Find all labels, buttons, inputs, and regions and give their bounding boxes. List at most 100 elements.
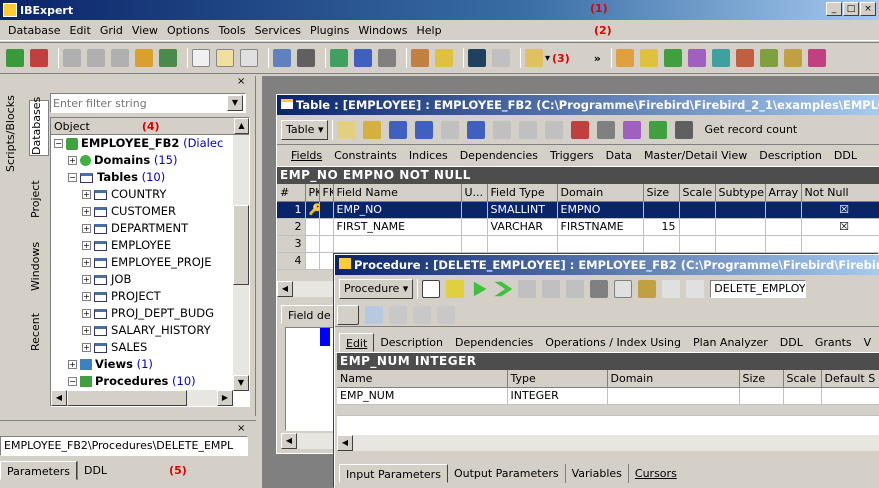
filter-icon[interactable] — [545, 120, 564, 139]
move-param-up-icon[interactable] — [413, 305, 431, 324]
collapse-icon[interactable]: − — [68, 377, 77, 386]
menu-plugins[interactable]: Plugins — [310, 24, 349, 37]
scroll-left-icon[interactable]: ◀ — [337, 435, 353, 451]
disconnect-icon[interactable] — [87, 49, 105, 67]
new-trigger-icon[interactable] — [711, 49, 730, 67]
col-subtype[interactable]: Subtype — [715, 184, 766, 202]
table-row[interactable]: EMP_NUM INTEGER — [337, 387, 879, 405]
tree-tables[interactable]: − Tables (10) — [54, 169, 249, 186]
tab-parameters[interactable]: Parameters — [0, 461, 77, 480]
menu-help[interactable]: Help — [416, 24, 441, 37]
col-array[interactable]: Array — [765, 184, 802, 202]
tools-icon[interactable] — [638, 280, 657, 298]
insert-field-icon[interactable] — [415, 120, 434, 139]
scroll-left-icon[interactable]: ◀ — [51, 390, 67, 406]
lock-icon[interactable] — [614, 280, 633, 298]
vtab-windows[interactable]: Windows — [29, 236, 49, 296]
tree-table-item[interactable]: + SALES — [54, 339, 249, 356]
tab-description[interactable]: Description — [374, 333, 449, 352]
procedure-menu-button[interactable]: Procedure ▾ — [339, 279, 414, 299]
unregister-db-icon[interactable] — [30, 49, 48, 67]
toolbar-overflow-icon[interactable]: » — [594, 52, 601, 65]
tree-table-item[interactable]: + COUNTRY — [54, 186, 249, 203]
save-icon[interactable] — [422, 280, 441, 298]
tab-indices[interactable]: Indices — [403, 146, 454, 165]
vtab-scripts-blocks[interactable]: Scripts/Blocks — [4, 95, 21, 172]
tools-icon[interactable] — [675, 120, 694, 139]
tab-more[interactable]: V — [858, 333, 878, 352]
maximize-button[interactable]: □ — [843, 2, 859, 16]
chevron-down-icon[interactable]: ▾ — [545, 53, 550, 64]
new-table-icon[interactable] — [639, 49, 658, 67]
print-icon[interactable] — [378, 49, 396, 67]
menu-edit[interactable]: Edit — [70, 24, 91, 37]
col-not-null[interactable]: Not Null — [801, 184, 879, 202]
col-size[interactable]: Size — [739, 370, 784, 388]
table-menu-button[interactable]: Table ▾ — [281, 119, 329, 140]
col-type[interactable]: Type — [507, 370, 608, 388]
open-folder-icon[interactable] — [525, 49, 543, 67]
table-row[interactable]: 2 FIRST_NAME VARCHAR FIRSTNAME 15 ☒ — [277, 218, 879, 236]
col-field-type[interactable]: Field Type — [487, 184, 558, 202]
minimize-button[interactable]: _ — [826, 2, 842, 16]
scroll-up-icon[interactable]: ▲ — [234, 118, 249, 134]
menu-tools[interactable]: Tools — [218, 24, 245, 37]
new-udf-icon[interactable] — [783, 49, 802, 67]
tab-dependencies[interactable]: Dependencies — [449, 333, 539, 352]
print-icon[interactable] — [597, 120, 616, 139]
close-button[interactable]: × — [860, 2, 876, 16]
user-manager-icon[interactable] — [411, 49, 429, 67]
tab-triggers[interactable]: Triggers — [544, 146, 600, 165]
add-param-icon[interactable] — [337, 304, 359, 325]
script-executive-icon[interactable] — [273, 49, 291, 67]
tree-table-item[interactable]: + JOB — [54, 271, 249, 288]
tab-constraints[interactable]: Constraints — [328, 146, 403, 165]
col-fk[interactable]: FK — [319, 184, 334, 202]
col-unique[interactable]: U... — [461, 184, 488, 202]
rollback-icon[interactable] — [519, 120, 538, 139]
move-up-icon[interactable] — [441, 120, 460, 139]
tab-cursors[interactable]: Cursors — [629, 464, 683, 483]
col-name[interactable]: Name — [337, 370, 508, 388]
tree-hscrollbar[interactable]: ◀ ▶ — [51, 390, 233, 406]
menu-grid[interactable]: Grid — [100, 24, 123, 37]
new-role-icon[interactable] — [807, 49, 826, 67]
connect-icon[interactable] — [63, 49, 81, 67]
format-sql-icon[interactable] — [686, 280, 705, 298]
tree-table-item[interactable]: + EMPLOYEE — [54, 237, 249, 254]
tab-ddl[interactable]: DDL — [774, 333, 809, 352]
arrow-right-icon[interactable] — [492, 49, 510, 67]
table-row[interactable]: 3 — [277, 235, 879, 253]
grants-icon[interactable] — [354, 49, 372, 67]
tree-icon[interactable] — [649, 120, 668, 139]
close-panel-icon[interactable]: × — [237, 76, 245, 87]
tab-edit[interactable]: Edit — [339, 333, 375, 352]
tree-table-item[interactable]: + PROJECT — [54, 288, 249, 305]
col-num[interactable]: # — [277, 184, 306, 202]
col-domain[interactable]: Domain — [607, 370, 740, 388]
add-field-icon[interactable] — [389, 120, 408, 139]
tree-views[interactable]: + Views (1) — [54, 356, 249, 373]
tab-fields[interactable]: Fields — [285, 146, 328, 165]
tree-table-item[interactable]: + SALARY_HISTORY — [54, 322, 249, 339]
desc-hscrollbar[interactable]: ◀ — [281, 433, 337, 449]
commit-icon[interactable] — [493, 120, 512, 139]
new-exception-icon[interactable] — [759, 49, 778, 67]
tree-vscrollbar[interactable]: ▼ — [233, 135, 249, 391]
new-domain-icon[interactable] — [615, 49, 634, 67]
col-domain[interactable]: Domain — [557, 184, 644, 202]
users-icon[interactable] — [330, 49, 348, 67]
move-param-down-icon[interactable] — [437, 305, 455, 324]
collapse-icon[interactable]: − — [68, 173, 77, 182]
scroll-left-icon[interactable]: ◀ — [277, 281, 293, 297]
get-record-count-button[interactable]: Get record count — [699, 119, 803, 140]
params-hscrollbar[interactable]: ◀ — [337, 435, 879, 451]
col-scale[interactable]: Scale — [783, 370, 822, 388]
rollback-icon[interactable] — [542, 280, 561, 298]
tree-table-item[interactable]: + CUSTOMER — [54, 203, 249, 220]
not-null-checkbox[interactable]: ☒ — [801, 218, 879, 236]
filter-combo[interactable]: ▼ — [50, 93, 246, 113]
tab-master-detail[interactable]: Master/Detail View — [638, 146, 753, 165]
new-view-icon[interactable] — [663, 49, 682, 67]
db-properties-icon[interactable] — [135, 49, 153, 67]
